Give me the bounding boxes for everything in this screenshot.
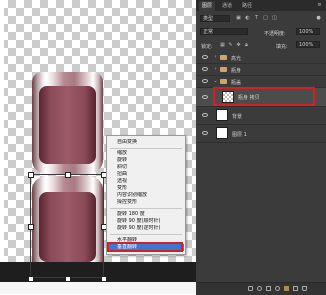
transform-handle-bottom-center[interactable]	[65, 276, 71, 282]
fill-value: 100%	[299, 42, 314, 48]
link-layers-icon[interactable]	[248, 286, 253, 291]
opacity-label: 不透明度:	[264, 31, 286, 37]
visibility-eye-icon[interactable]	[202, 113, 208, 117]
lock-position-icon[interactable]: ✥	[236, 43, 241, 48]
filter-type-icon[interactable]: T	[254, 16, 259, 21]
layer-name: 图层 1	[232, 132, 247, 138]
menu-item-rotate-180[interactable]: 旋转 180 度	[117, 211, 181, 218]
menu-item-rotate[interactable]: 旋转	[117, 157, 181, 164]
lock-transparency-icon[interactable]: ▦	[220, 43, 225, 48]
filter-pixel-icon[interactable]: ▣	[236, 16, 241, 21]
menu-item-rotate-90-ccw[interactable]: 旋转 90 度(逆时针)	[117, 225, 181, 232]
menu-item-distort[interactable]: 扭曲	[117, 171, 181, 178]
layers-bottom-toolbar	[196, 282, 326, 295]
document-canvas[interactable]: 自由变换 缩放 旋转 斜切 扭曲 透视 变形 内容识别缩放 操控变形 旋转 18…	[0, 0, 196, 294]
panel-menu-icon[interactable]: ≡	[317, 3, 322, 8]
new-group-icon[interactable]	[284, 286, 289, 291]
transform-bounding-box[interactable]	[30, 174, 104, 278]
menu-separator	[110, 148, 182, 149]
transform-handle-top-left[interactable]	[28, 172, 34, 178]
visibility-eye-icon[interactable]	[202, 67, 208, 71]
folder-icon	[220, 79, 227, 84]
blend-mode-select[interactable]: 正常	[200, 28, 248, 35]
blend-mode-value: 正常	[203, 29, 214, 35]
tab-paths[interactable]: 路径	[239, 1, 255, 11]
transform-handle-bottom-right[interactable]	[101, 276, 107, 282]
layer-filter-row: 类型 ▣ ◐ T □ ◫ ●	[196, 14, 326, 24]
menu-item-free-transform[interactable]: 自由变换	[117, 139, 181, 146]
layer-thumbnail	[216, 109, 228, 121]
transform-handle-middle-left[interactable]	[28, 224, 34, 230]
tab-channels[interactable]: 通道	[219, 1, 235, 11]
layer-row[interactable]: 图层 1	[196, 125, 326, 143]
bottle-body-original	[32, 72, 103, 174]
transform-context-menu: 自由变换 缩放 旋转 斜切 扭曲 透视 变形 内容识别缩放 操控变形 旋转 18…	[106, 135, 186, 255]
folder-icon	[220, 55, 227, 60]
annotation-highlight-flip-vertical	[107, 242, 183, 252]
layer-name: 瓶身	[231, 68, 242, 74]
canvas-margin	[0, 0, 4, 294]
menu-item-skew[interactable]: 斜切	[117, 164, 181, 171]
menu-separator	[110, 234, 182, 235]
layer-row-group[interactable]: › 瓶身	[196, 64, 326, 76]
menu-item-perspective[interactable]: 透视	[117, 178, 181, 185]
chevron-right-icon[interactable]: ›	[213, 67, 218, 72]
layer-name: 瓶盖	[231, 80, 242, 86]
opacity-value: 100%	[299, 29, 314, 35]
menu-item-warp[interactable]: 变形	[117, 185, 181, 192]
layer-row-group[interactable]: › 高光	[196, 52, 326, 64]
menu-separator	[110, 208, 182, 209]
fill-input[interactable]: 100%	[296, 41, 320, 48]
filter-adjustment-icon[interactable]: ◐	[245, 16, 250, 21]
annotation-highlight-selected-layer	[213, 87, 315, 106]
menu-item-scale[interactable]: 缩放	[117, 150, 181, 157]
fill-label: 填充:	[276, 44, 288, 50]
kind-filter-label: 类型	[203, 16, 214, 22]
delete-layer-icon[interactable]	[302, 286, 307, 291]
lock-fill-row: 锁定: ▦ ✎ ✥ 🔒︎ 填充: 100%	[196, 40, 326, 50]
layer-name: 背景	[232, 114, 243, 120]
visibility-eye-icon[interactable]	[202, 79, 208, 83]
visibility-eye-icon[interactable]	[202, 55, 208, 59]
layer-style-icon[interactable]	[257, 286, 262, 291]
transform-handle-bottom-left[interactable]	[28, 276, 34, 282]
transform-handle-top-center[interactable]	[65, 172, 71, 178]
layer-kind-filter[interactable]: 类型	[200, 15, 230, 22]
menu-item-content-aware-scale[interactable]: 内容识别缩放	[117, 192, 181, 199]
lock-all-icon[interactable]: 🔒︎	[244, 43, 249, 48]
filter-smart-object-icon[interactable]: ◫	[272, 16, 277, 21]
chevron-right-icon[interactable]: ›	[213, 55, 218, 60]
visibility-eye-icon[interactable]	[202, 95, 208, 99]
bottle-body-inner	[39, 86, 96, 164]
layer-name: 高光	[231, 56, 242, 62]
adjustment-layer-icon[interactable]	[275, 286, 280, 291]
panel-tab-bar: 图层 通道 路径 ≡	[196, 0, 326, 11]
lock-pixels-icon[interactable]: ✎	[228, 43, 233, 48]
add-mask-icon[interactable]	[266, 286, 271, 291]
canvas-bottom-area	[0, 282, 196, 294]
layers-panel: 图层 通道 路径 ≡ 类型 ▣ ◐ T □ ◫ ● 正常 不透明度: 100% …	[196, 0, 326, 295]
filter-shape-icon[interactable]: □	[263, 16, 268, 21]
menu-item-puppet-warp[interactable]: 操控变形	[117, 199, 181, 206]
visibility-eye-icon[interactable]	[202, 131, 208, 135]
lock-label: 锁定:	[201, 44, 213, 50]
layer-row[interactable]: 背景	[196, 107, 326, 125]
menu-item-rotate-90-cw[interactable]: 旋转 90 度(顺时针)	[117, 218, 181, 225]
folder-icon	[220, 67, 227, 72]
layer-thumbnail	[216, 127, 228, 139]
opacity-input[interactable]: 100%	[296, 28, 320, 35]
new-layer-icon[interactable]	[293, 286, 298, 291]
blend-opacity-row: 正常 不透明度: 100%	[196, 27, 326, 37]
chevron-down-icon[interactable]: ⌄	[213, 79, 218, 84]
filter-toggle-icon[interactable]: ●	[316, 16, 321, 21]
tab-layers[interactable]: 图层	[199, 1, 216, 11]
